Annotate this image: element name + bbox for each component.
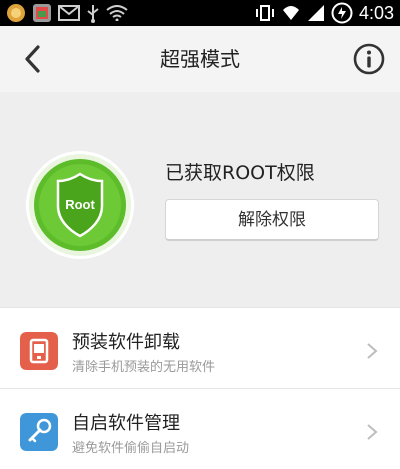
status-bar-notifications	[6, 2, 128, 24]
root-status-panel: Root 已获取ROOT权限 解除权限	[0, 92, 400, 307]
root-badge-text: Root	[65, 197, 95, 212]
info-icon	[353, 43, 385, 75]
battery-icon	[331, 2, 353, 24]
root-status-text: 已获取ROOT权限	[165, 162, 315, 184]
list-item-autostart-manager[interactable]: 自启软件管理 避免软件偷偷自启动	[0, 388, 400, 469]
list-item-title: 预装软件卸载	[72, 332, 180, 353]
root-shield-badge: Root	[26, 151, 134, 259]
vibrate-icon	[255, 5, 274, 21]
status-bar-system: 4:03	[255, 2, 394, 24]
feature-list: 预装软件卸载 清除手机预装的无用软件 自启软件管理 避免软件偷偷自启动	[0, 307, 400, 469]
list-item-title: 自启软件管理	[72, 413, 180, 434]
info-button[interactable]	[352, 42, 386, 76]
status-bar: 4:03	[0, 0, 400, 26]
chevron-right-icon	[367, 343, 378, 359]
mail-icon	[58, 5, 80, 21]
page-title: 超强模式	[160, 47, 240, 71]
status-time: 4:03	[358, 2, 394, 23]
autostart-manager-icon	[20, 413, 58, 451]
wifi-icon	[106, 5, 128, 21]
list-item-subtitle: 清除手机预装的无用软件	[72, 360, 216, 375]
signal-icon	[307, 5, 324, 21]
list-item-preinstalled-uninstall[interactable]: 预装软件卸载 清除手机预装的无用软件	[0, 307, 400, 388]
usb-icon	[87, 5, 99, 23]
app-icon	[7, 4, 25, 22]
photo-icon	[33, 4, 51, 22]
revoke-root-button[interactable]: 解除权限	[165, 199, 379, 241]
list-item-subtitle: 避免软件偷偷自启动	[72, 441, 190, 456]
chevron-right-icon	[367, 424, 378, 440]
preinstalled-uninstall-icon	[20, 332, 58, 370]
app-header: 超强模式	[0, 26, 400, 93]
wifi-signal-icon	[282, 6, 299, 20]
